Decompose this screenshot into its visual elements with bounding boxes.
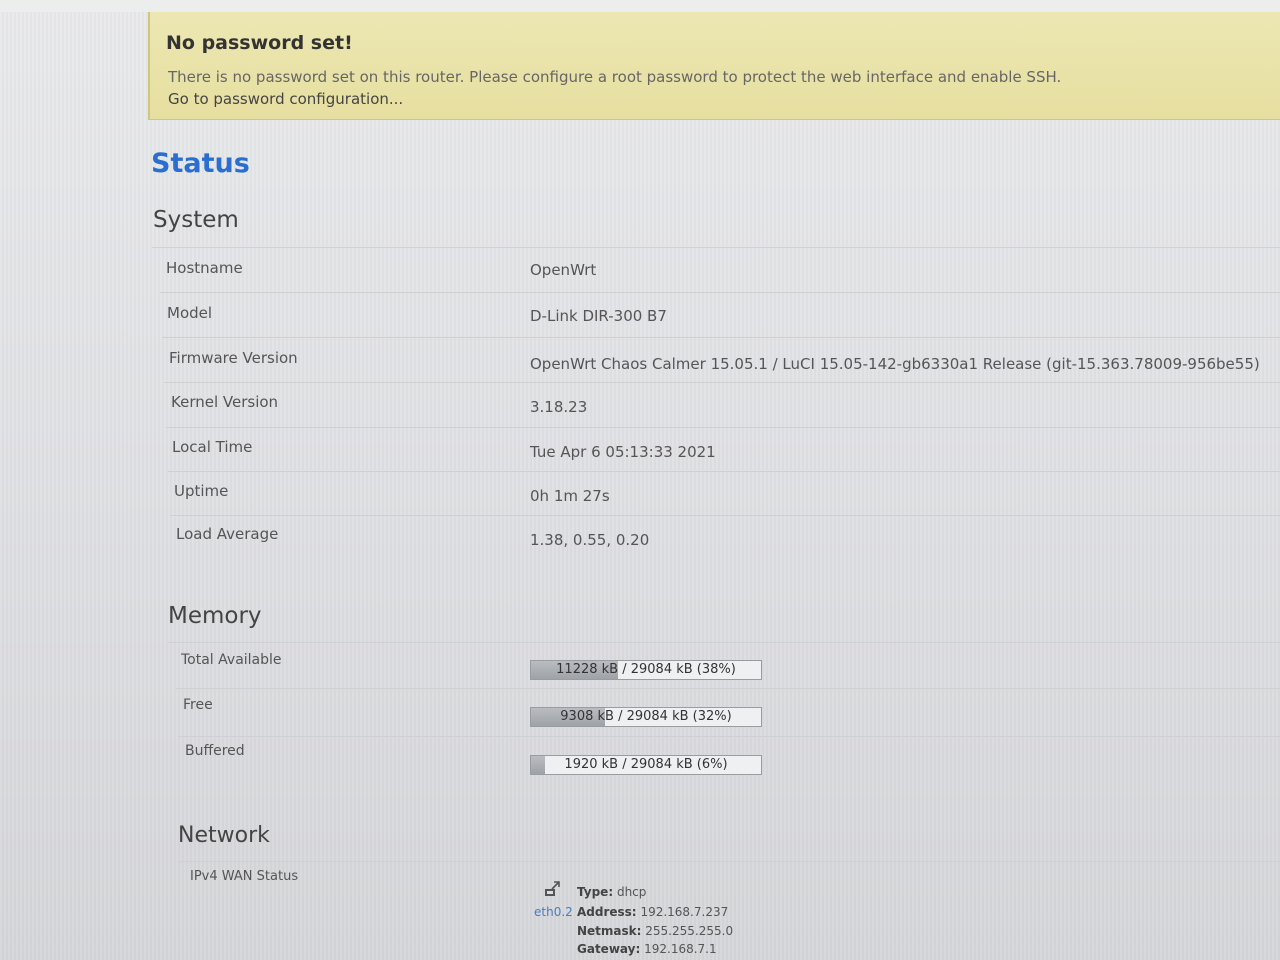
divider — [176, 688, 1280, 689]
network-section-title: Network — [178, 823, 270, 848]
free-text: 9308 kB / 29084 kB (32%) — [560, 709, 732, 724]
wan-gateway-line: Gateway: 192.168.7.1 — [577, 942, 717, 956]
alert-text: There is no password set on this router.… — [168, 68, 1062, 86]
uptime-label: Uptime — [174, 482, 229, 500]
wan-address-value: 192.168.7.237 — [640, 905, 729, 919]
divider — [152, 247, 1280, 248]
wan-interface-name: eth0.2 — [534, 905, 573, 919]
wan-type-line: Type: dhcp — [577, 885, 646, 899]
load-average-value: 1.38, 0.55, 0.20 — [530, 531, 650, 549]
model-label: Model — [167, 304, 213, 322]
buffered-label: Buffered — [185, 743, 245, 759]
free-bar: 9308 kB / 29084 kB (32%) — [530, 707, 762, 727]
firmware-value: OpenWrt Chaos Calmer 15.05.1 / LuCI 15.0… — [530, 355, 1260, 373]
page-title: Status — [151, 148, 250, 179]
divider — [162, 337, 1280, 338]
alert-title: No password set! — [166, 32, 353, 54]
wan-address-line: Address: 192.168.7.237 — [577, 905, 728, 919]
divider — [168, 642, 1280, 643]
divider — [168, 471, 1280, 472]
kernel-label: Kernel Version — [171, 393, 279, 411]
page: No password set! There is no password se… — [0, 0, 1280, 960]
system-section-title: System — [153, 207, 239, 233]
divider — [178, 736, 1280, 737]
wan-type-label: Type: — [577, 885, 614, 899]
load-average-label: Load Average — [176, 525, 279, 543]
hostname-value: OpenWrt — [530, 261, 597, 279]
total-available-label: Total Available — [181, 652, 282, 668]
wan-gateway-value: 192.168.7.1 — [644, 942, 717, 956]
divider — [164, 382, 1280, 383]
password-alert: No password set! There is no password se… — [148, 12, 1280, 120]
buffered-bar: 1920 kB / 29084 kB (6%) — [530, 755, 762, 775]
wan-netmask-value: 255.255.255.0 — [645, 924, 734, 938]
ipv4-wan-status-label: IPv4 WAN Status — [190, 869, 299, 884]
local-time-value: Tue Apr 6 05:13:33 2021 — [530, 443, 716, 461]
memory-section-title: Memory — [168, 603, 262, 629]
uptime-value: 0h 1m 27s — [530, 487, 610, 505]
ethernet-port-icon — [545, 881, 560, 896]
total-available-text: 11228 kB / 29084 kB (38%) — [556, 662, 736, 677]
divider — [166, 427, 1280, 428]
total-available-bar: 11228 kB / 29084 kB (38%) — [530, 660, 762, 680]
hostname-label: Hostname — [166, 259, 243, 277]
model-value: D-Link DIR-300 B7 — [530, 307, 667, 325]
wan-gateway-label: Gateway: — [577, 942, 641, 956]
divider — [170, 515, 1280, 516]
local-time-label: Local Time — [172, 438, 253, 456]
free-label: Free — [183, 697, 213, 713]
top-strip — [0, 0, 1280, 12]
wan-type-value: dhcp — [616, 885, 647, 899]
firmware-label: Firmware Version — [169, 349, 298, 367]
wan-netmask-line: Netmask: 255.255.255.0 — [577, 924, 733, 938]
buffered-text: 1920 kB / 29084 kB (6%) — [564, 757, 728, 772]
kernel-value: 3.18.23 — [530, 398, 588, 416]
wan-netmask-label: Netmask: — [577, 924, 642, 938]
divider — [178, 861, 1280, 862]
password-config-link[interactable]: Go to password configuration... — [168, 90, 403, 108]
divider — [160, 292, 1280, 293]
wan-address-label: Address: — [577, 905, 637, 919]
